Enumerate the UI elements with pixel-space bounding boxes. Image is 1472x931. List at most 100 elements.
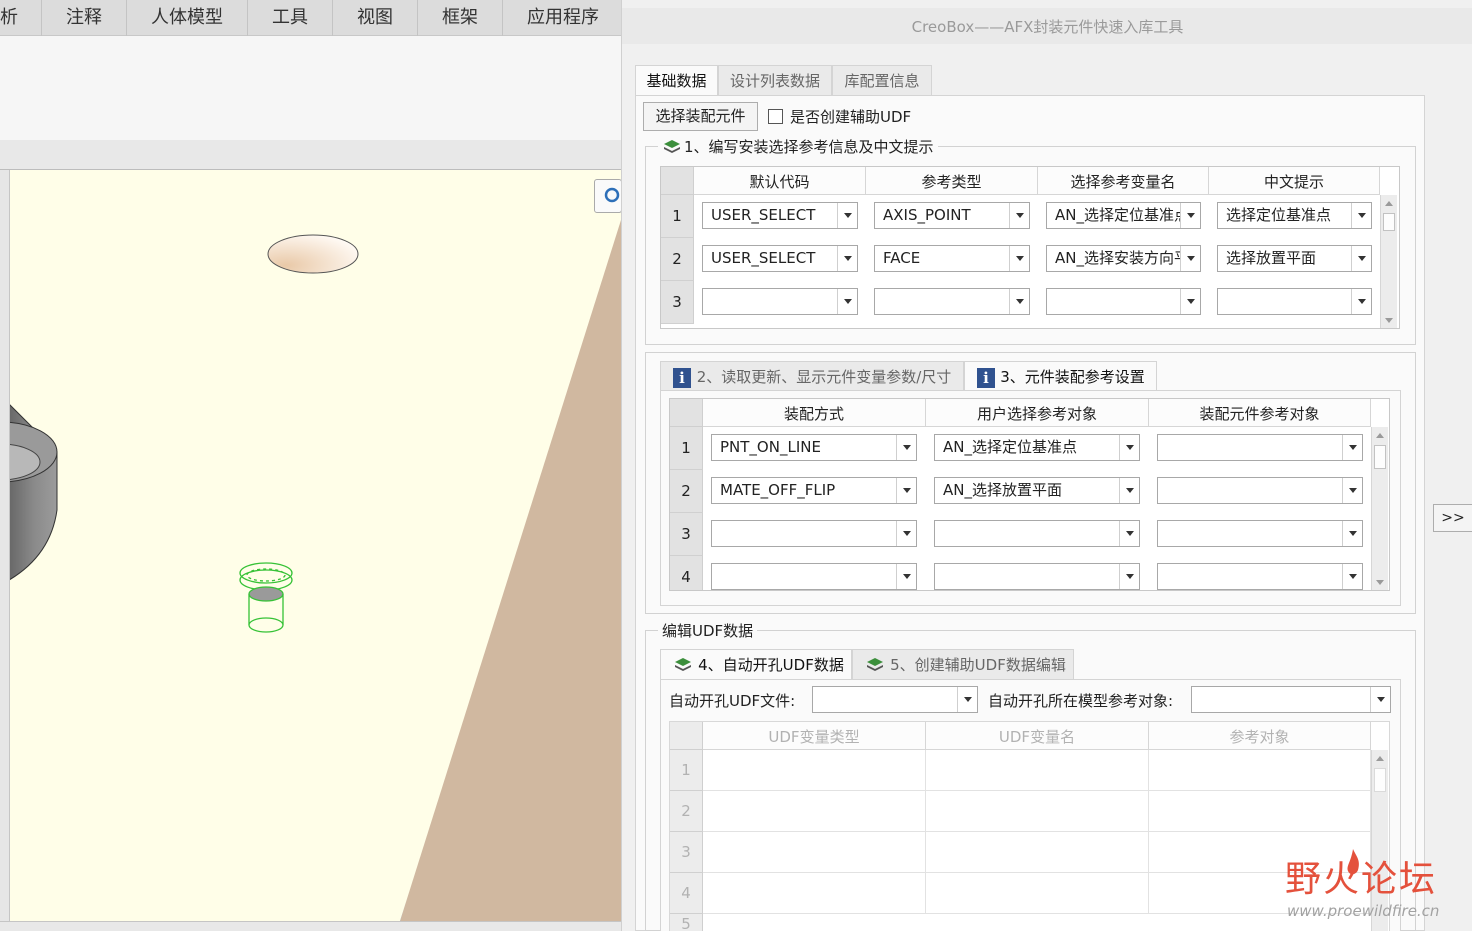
chevron-down-icon[interactable] — [1351, 203, 1371, 228]
combo-value: USER_SELECT — [711, 206, 816, 224]
table-cell-combo[interactable] — [934, 520, 1140, 547]
tab-library-config[interactable]: 库配置信息 — [832, 65, 932, 96]
chevron-down-icon[interactable] — [1342, 521, 1362, 546]
scroll-down-icon[interactable] — [1372, 574, 1388, 590]
table-cell-combo[interactable] — [1046, 288, 1201, 315]
row-number: 2 — [670, 791, 703, 832]
chevron-down-icon[interactable] — [1119, 435, 1139, 460]
chevron-down-icon[interactable] — [1009, 203, 1029, 228]
chevron-down-icon[interactable] — [1370, 687, 1390, 712]
menu-item-applications[interactable]: 应用程序 — [503, 0, 621, 36]
chevron-down-icon[interactable] — [1342, 435, 1362, 460]
scroll-thumb[interactable] — [1374, 445, 1386, 469]
udf-ref-select[interactable] — [1191, 686, 1391, 713]
menu-item-analysis[interactable]: 析 — [0, 0, 20, 36]
table-scrollbar[interactable] — [1380, 195, 1397, 328]
create-udf-checkbox[interactable] — [768, 109, 783, 124]
zoom-button[interactable] — [594, 179, 621, 213]
scroll-up-icon[interactable] — [1381, 195, 1397, 212]
assembly-reference-table: 装配方式 用户选择参考对象 装配元件参考对象 1 PNT_ON_LINE AN_… — [669, 398, 1390, 591]
layers-icon — [867, 658, 883, 671]
table-cell-combo[interactable]: 选择定位基准点 — [1217, 202, 1372, 229]
table-cell-combo[interactable]: AN_选择定位基准点 — [934, 434, 1140, 461]
table-cell-combo[interactable] — [1157, 520, 1363, 547]
table-cell-combo[interactable]: AN_选择定位基准点 — [1046, 202, 1201, 229]
chevron-down-icon[interactable] — [896, 435, 916, 460]
table-cell-combo[interactable]: AXIS_POINT — [874, 202, 1030, 229]
chevron-down-icon[interactable] — [957, 687, 977, 712]
chevron-down-icon[interactable] — [1180, 203, 1200, 228]
table-cell-combo[interactable]: AN_选择安装方向平面 — [1046, 245, 1201, 272]
chevron-down-icon[interactable] — [1342, 564, 1362, 589]
tab-read-variables[interactable]: i 2、读取更新、显示元件变量参数/尺寸 — [660, 361, 964, 392]
table-cell[interactable] — [1149, 750, 1371, 791]
combo-value: AN_选择放置平面 — [943, 481, 1062, 499]
chevron-down-icon[interactable] — [837, 289, 857, 314]
table-cell-combo[interactable] — [702, 288, 858, 315]
tab-auto-hole-udf[interactable]: 4、自动开孔UDF数据 — [660, 649, 852, 680]
table-cell-combo[interactable]: USER_SELECT — [702, 202, 858, 229]
table-cell[interactable] — [1149, 791, 1371, 832]
chevron-down-icon[interactable] — [837, 246, 857, 271]
table-cell[interactable] — [703, 791, 926, 832]
tab-basic-data[interactable]: 基础数据 — [635, 65, 718, 97]
table-cell[interactable] — [926, 791, 1149, 832]
table-cell-combo[interactable]: MATE_OFF_FLIP — [711, 477, 917, 504]
chevron-down-icon[interactable] — [1119, 564, 1139, 589]
table-cell-combo[interactable] — [711, 563, 917, 590]
chevron-down-icon[interactable] — [1009, 289, 1029, 314]
table-cell-combo[interactable] — [1157, 434, 1363, 461]
table-cell-combo[interactable] — [1157, 477, 1363, 504]
chevron-down-icon[interactable] — [896, 478, 916, 503]
combo-value: AXIS_POINT — [883, 206, 971, 224]
table-cell[interactable] — [703, 750, 926, 791]
table-cell[interactable] — [926, 873, 1149, 914]
chevron-down-icon[interactable] — [1009, 246, 1029, 271]
select-component-button[interactable]: 选择装配元件 — [643, 102, 758, 131]
table-cell-combo[interactable]: FACE — [874, 245, 1030, 272]
tab-assembly-reference[interactable]: i 3、元件装配参考设置 — [964, 361, 1157, 392]
expand-button[interactable]: >> — [1433, 504, 1472, 532]
chevron-down-icon[interactable] — [1180, 289, 1200, 314]
chevron-down-icon[interactable] — [1351, 246, 1371, 271]
menu-item-framework[interactable]: 框架 — [418, 0, 502, 36]
scroll-thumb[interactable] — [1383, 213, 1395, 231]
scroll-up-icon[interactable] — [1372, 750, 1388, 767]
table-cell[interactable] — [926, 750, 1149, 791]
combo-value: MATE_OFF_FLIP — [720, 481, 836, 499]
tab-design-list-data[interactable]: 设计列表数据 — [718, 65, 832, 96]
table-cell-combo[interactable] — [1157, 563, 1363, 590]
table-cell-combo[interactable]: AN_选择放置平面 — [934, 477, 1140, 504]
table-cell-combo[interactable]: 选择放置平面 — [1217, 245, 1372, 272]
menu-separator — [41, 0, 42, 36]
chevron-down-icon[interactable] — [896, 521, 916, 546]
menu-item-annotate[interactable]: 注释 — [43, 0, 125, 36]
menu-item-view[interactable]: 视图 — [333, 0, 417, 36]
table-scrollbar[interactable] — [1371, 427, 1388, 590]
table-cell-combo[interactable]: PNT_ON_LINE — [711, 434, 917, 461]
menu-item-human-model[interactable]: 人体模型 — [127, 0, 247, 36]
menu-item-tools[interactable]: 工具 — [248, 0, 332, 36]
table-cell-combo[interactable] — [1217, 288, 1372, 315]
table-cell-combo[interactable] — [874, 288, 1030, 315]
tab-create-aux-udf[interactable]: 5、创建辅助UDF数据编辑 — [852, 649, 1074, 680]
chevron-down-icon[interactable] — [1119, 521, 1139, 546]
scroll-thumb[interactable] — [1374, 768, 1386, 792]
scroll-down-icon[interactable] — [1381, 312, 1397, 328]
table-cell[interactable] — [703, 873, 926, 914]
table-cell[interactable] — [703, 832, 926, 873]
chevron-down-icon[interactable] — [1351, 289, 1371, 314]
table-cell-combo[interactable]: USER_SELECT — [702, 245, 858, 272]
chevron-down-icon[interactable] — [1342, 478, 1362, 503]
chevron-down-icon[interactable] — [1180, 246, 1200, 271]
chevron-down-icon[interactable] — [837, 203, 857, 228]
table-cell-combo[interactable] — [711, 520, 917, 547]
table-cell-combo[interactable] — [934, 563, 1140, 590]
udf-file-select[interactable] — [812, 686, 978, 713]
graphics-viewport[interactable] — [10, 170, 621, 921]
chevron-down-icon[interactable] — [896, 564, 916, 589]
table-cell[interactable] — [926, 832, 1149, 873]
combo-value: AN_选择定位基准点 — [943, 438, 1077, 456]
scroll-up-icon[interactable] — [1372, 427, 1388, 444]
chevron-down-icon[interactable] — [1119, 478, 1139, 503]
